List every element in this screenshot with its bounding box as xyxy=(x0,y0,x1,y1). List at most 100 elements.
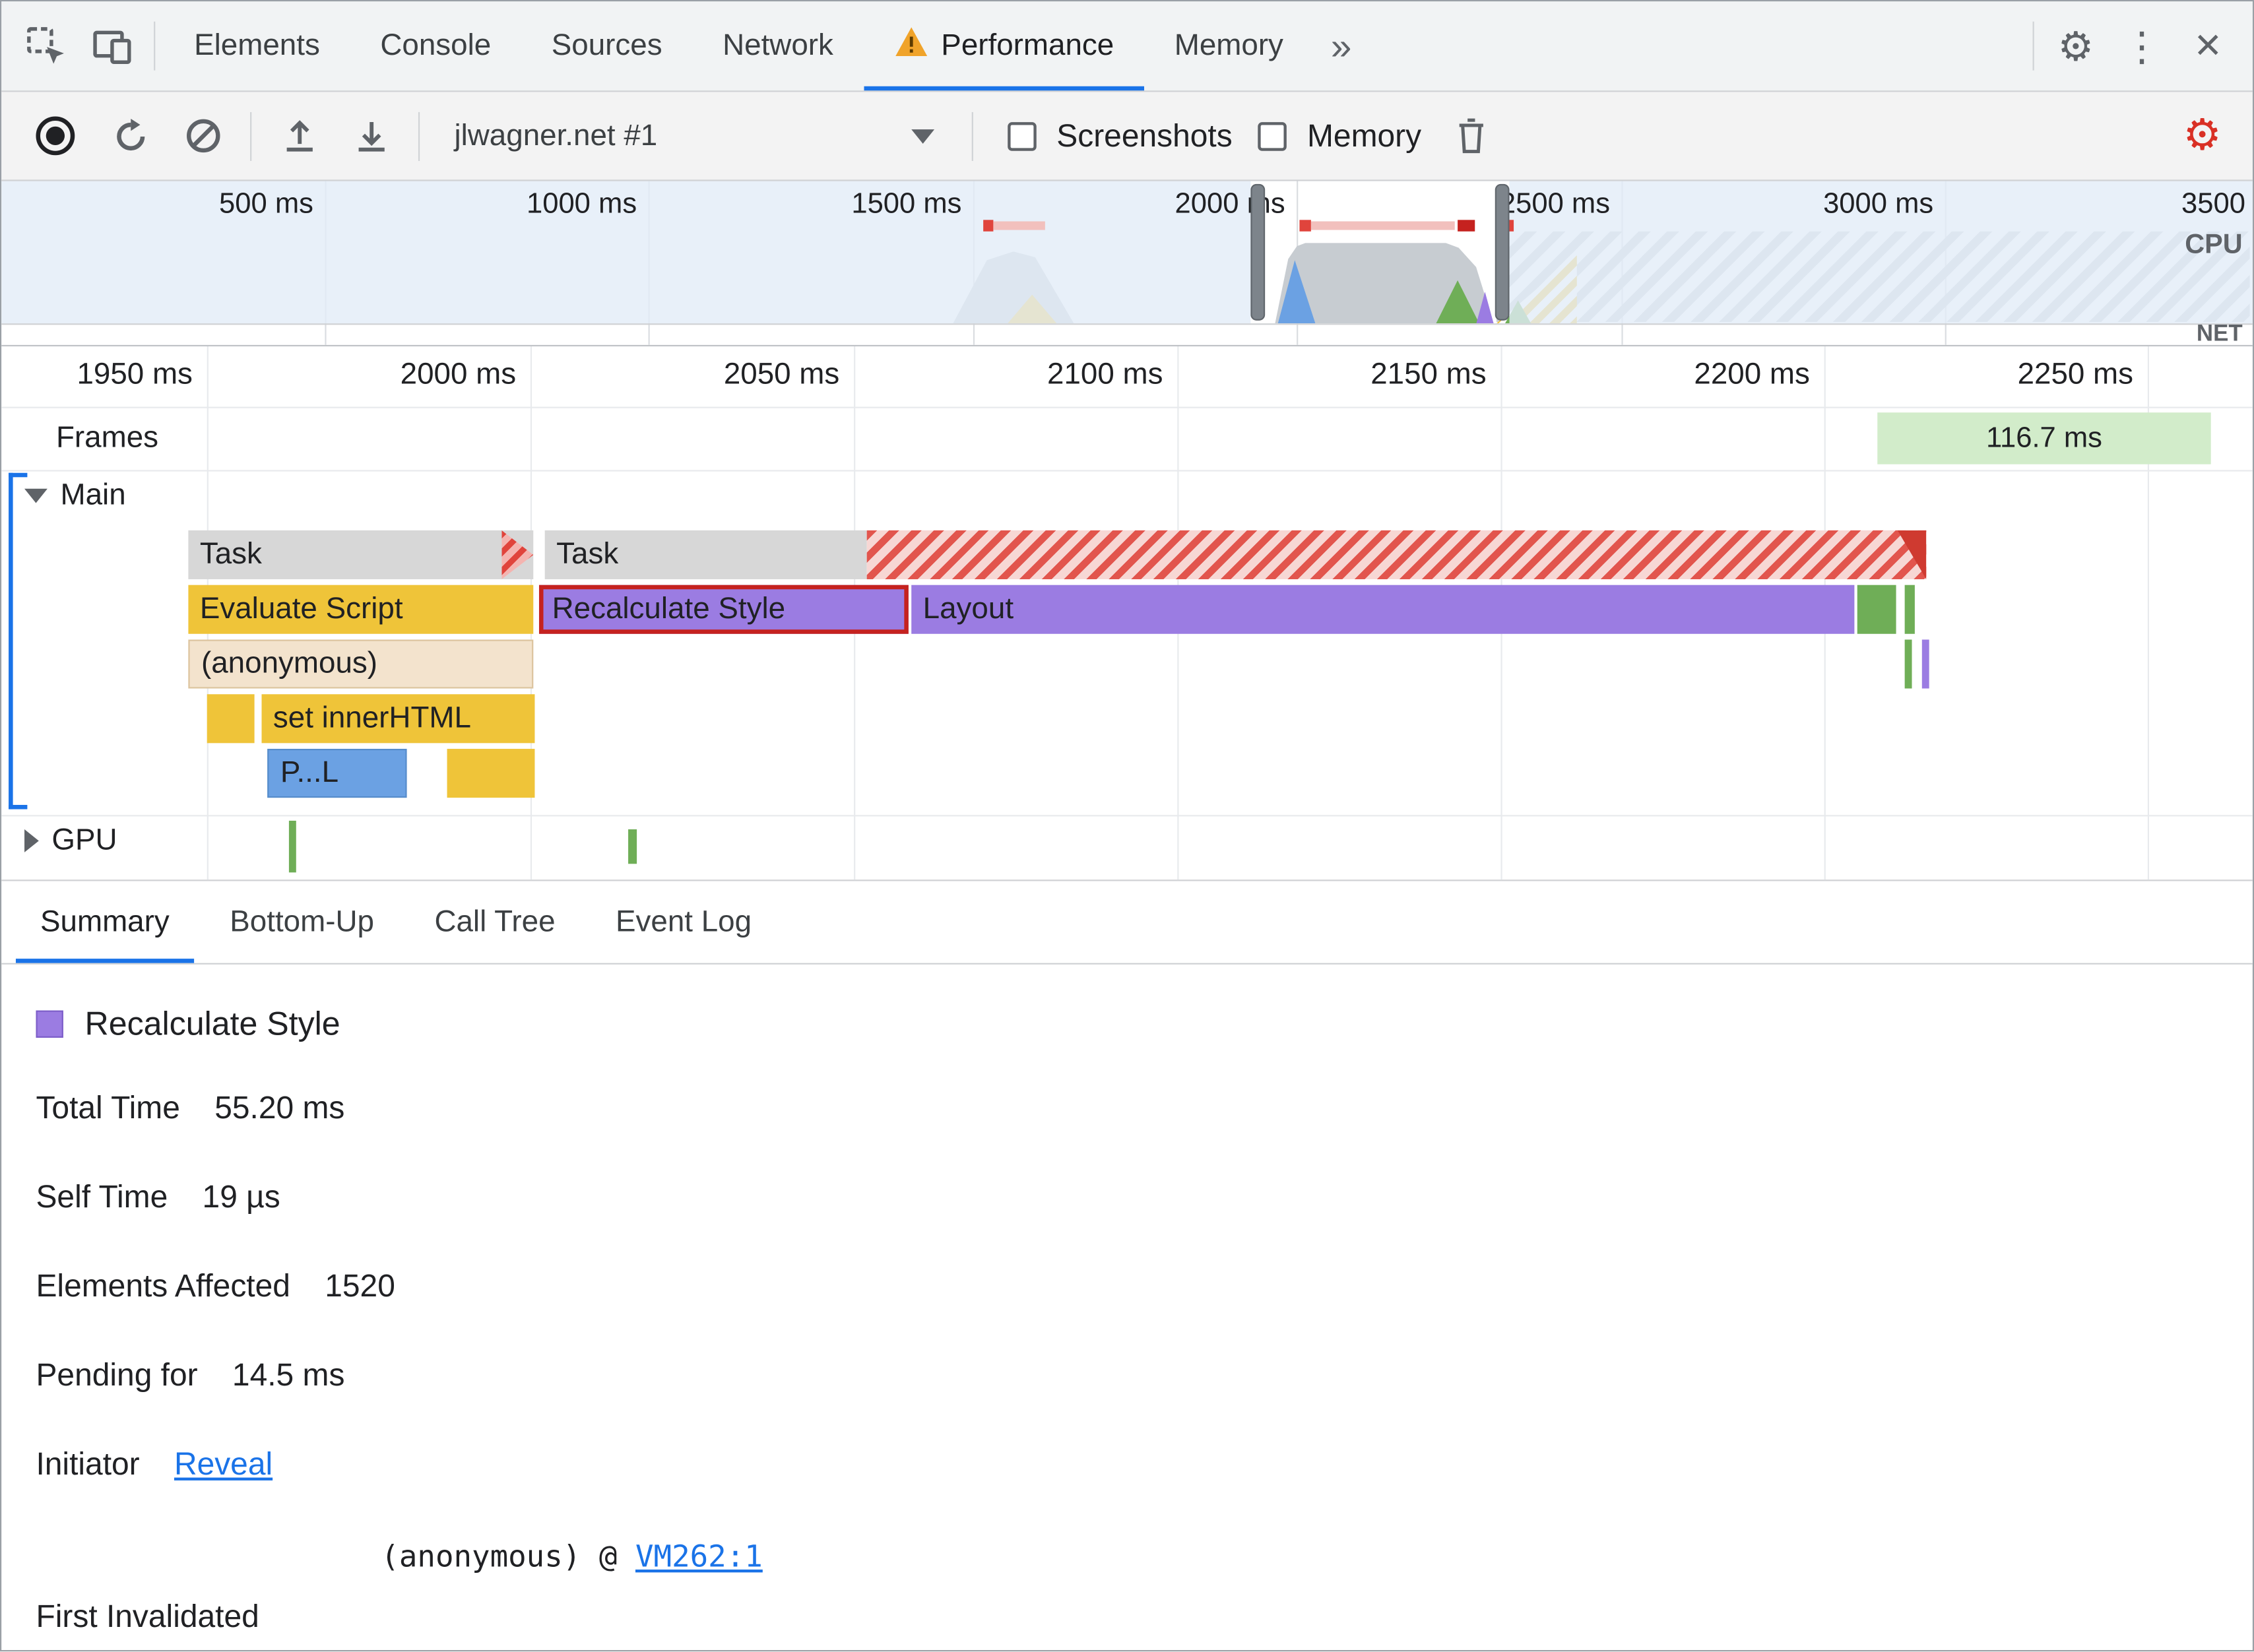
record-button[interactable] xyxy=(36,116,75,156)
parse-html-bar[interactable]: P...L xyxy=(267,749,407,798)
long-task-mark xyxy=(993,221,1045,230)
devtools-tab-bar: Elements Console Sources Network Perform… xyxy=(1,1,2253,92)
gpu-activity-mark xyxy=(288,820,296,873)
anonymous-call-bar[interactable]: (anonymous) xyxy=(188,639,534,689)
warning-icon xyxy=(893,26,928,66)
expand-triangle-icon[interactable] xyxy=(24,829,39,852)
tab-label: Sources xyxy=(551,28,662,62)
summary-pane: Recalculate Style Total Time 55.20 ms Sel… xyxy=(1,965,2253,1650)
stat-label: Elements Affected xyxy=(36,1267,290,1304)
flame-chart[interactable]: 1950 ms 2000 ms 2050 ms 2100 ms 2150 ms … xyxy=(1,346,2253,881)
collapse-triangle-icon[interactable] xyxy=(24,488,48,503)
close-devtools-icon[interactable]: ✕ xyxy=(2175,13,2241,79)
stat-label: Pending for xyxy=(36,1356,198,1393)
main-track-header[interactable]: Main xyxy=(24,478,126,513)
paint-sliver-bar[interactable] xyxy=(1904,639,1912,689)
memory-checkbox[interactable] xyxy=(1258,121,1287,150)
stat-row: Total Time 55.20 ms xyxy=(36,1089,2252,1127)
selection-handle-right[interactable] xyxy=(1495,183,1510,321)
timeline-tick: 2250 ms xyxy=(2017,358,2134,391)
details-tab-bar: Summary Bottom-Up Call Tree Event Log xyxy=(1,881,2253,965)
settings-gear-icon[interactable]: ⚙ xyxy=(2043,13,2109,79)
overview-tick: 2500 ms xyxy=(1499,188,1611,220)
capture-settings-gear-icon[interactable]: ⚙ xyxy=(2170,103,2236,169)
toolbar-divider xyxy=(2032,21,2034,71)
tab-label: Network xyxy=(723,28,833,62)
devtools-window: Elements Console Sources Network Perform… xyxy=(0,0,2254,1652)
save-profile-icon[interactable] xyxy=(338,103,404,169)
tab-call-tree[interactable]: Call Tree xyxy=(404,881,586,963)
memory-label: Memory xyxy=(1306,117,1422,154)
script-bar[interactable] xyxy=(207,694,255,744)
divider-line xyxy=(1,406,2253,408)
divider-line xyxy=(1,815,2253,817)
tab-console[interactable]: Console xyxy=(350,1,521,90)
tab-performance[interactable]: Performance xyxy=(864,1,1144,90)
reload-and-record-icon[interactable] xyxy=(98,103,164,169)
tab-label: Call Tree xyxy=(434,905,556,938)
tab-memory[interactable]: Memory xyxy=(1144,1,1314,90)
overview-tick: 1500 ms xyxy=(851,188,962,220)
main-track-label: Main xyxy=(60,478,126,512)
set-innerhtml-bar[interactable]: set innerHTML xyxy=(261,694,535,744)
long-task-hatch-bar[interactable] xyxy=(866,530,1927,579)
kebab-menu-icon[interactable]: ⋮ xyxy=(2109,13,2175,79)
frames-track-label: Frames xyxy=(55,421,159,455)
style-sliver-bar[interactable] xyxy=(1921,639,1929,689)
selection-handle-left[interactable] xyxy=(1250,183,1266,321)
tab-network[interactable]: Network xyxy=(692,1,863,90)
toolbar-divider xyxy=(418,111,420,160)
recalculate-style-bar-selected[interactable]: Recalculate Style xyxy=(538,585,909,634)
gpu-track-label: GPU xyxy=(51,823,117,857)
stat-label: Self Time xyxy=(36,1178,168,1215)
screenshots-label: Screenshots xyxy=(1056,117,1233,154)
selected-event-legend: Recalculate Style xyxy=(36,1005,2252,1044)
first-invalidated-value: (anonymous) @ VM262:1 xyxy=(381,1538,762,1575)
tab-sources[interactable]: Sources xyxy=(521,1,692,90)
load-profile-icon[interactable] xyxy=(266,103,332,169)
gpu-track-header[interactable]: GPU xyxy=(24,823,117,858)
tab-label: Bottom-Up xyxy=(230,905,374,938)
selected-event-title: Recalculate Style xyxy=(84,1004,340,1042)
long-task-mark xyxy=(983,220,994,232)
first-invalidated-callsite: (anonymous) @ xyxy=(381,1539,635,1574)
script-bar[interactable] xyxy=(447,749,535,798)
paint-bar[interactable] xyxy=(1857,585,1896,634)
profile-name: jlwagner.net #1 xyxy=(454,118,658,152)
screenshots-checkbox[interactable] xyxy=(1008,121,1037,150)
stat-value: 1520 xyxy=(325,1267,395,1304)
net-track-label: NET xyxy=(2196,322,2243,347)
tab-bottom-up[interactable]: Bottom-Up xyxy=(200,881,404,963)
paint-bar[interactable] xyxy=(1904,585,1915,634)
device-toolbar-icon[interactable] xyxy=(79,13,145,79)
net-strip: NET xyxy=(1,322,2253,347)
tab-summary[interactable]: Summary xyxy=(10,881,199,963)
clear-recording-icon[interactable] xyxy=(170,103,236,169)
first-invalidated-source-link[interactable]: VM262:1 xyxy=(635,1539,763,1573)
task-bar[interactable]: Task xyxy=(188,530,534,579)
timeline-tick: 2100 ms xyxy=(1047,358,1163,391)
inspect-element-icon[interactable] xyxy=(13,13,79,79)
initiator-reveal-link[interactable]: Reveal xyxy=(174,1446,273,1482)
initiator-label: Initiator xyxy=(36,1446,140,1482)
more-tabs-icon[interactable]: » xyxy=(1314,1,1369,90)
task-bar[interactable]: Task xyxy=(544,530,867,579)
timeline-overview[interactable]: 500 ms 1000 ms 1500 ms 2000 ms 2500 ms 3… xyxy=(1,181,2253,347)
evaluate-script-bar[interactable]: Evaluate Script xyxy=(188,585,534,634)
chevron-down-icon xyxy=(911,128,935,143)
long-task-mark xyxy=(1458,220,1475,232)
timeline-tick: 2200 ms xyxy=(1694,358,1810,391)
frame-duration-block[interactable]: 116.7 ms xyxy=(1877,412,2211,464)
layout-bar[interactable]: Layout xyxy=(911,585,1855,634)
overview-tick: 1000 ms xyxy=(526,188,637,220)
trash-icon[interactable] xyxy=(1438,103,1504,169)
profile-select[interactable]: jlwagner.net #1 xyxy=(434,119,957,153)
overview-tick: 3500 xyxy=(2181,188,2245,220)
overview-tick: 2000 ms xyxy=(1175,188,1285,220)
stat-row: Elements Affected 1520 xyxy=(36,1268,2252,1306)
tab-label: Performance xyxy=(941,28,1114,62)
timeline-tick: 2150 ms xyxy=(1370,358,1487,391)
tab-elements[interactable]: Elements xyxy=(164,1,350,90)
timeline-tick: 2050 ms xyxy=(723,358,840,391)
tab-event-log[interactable]: Event Log xyxy=(585,881,782,963)
